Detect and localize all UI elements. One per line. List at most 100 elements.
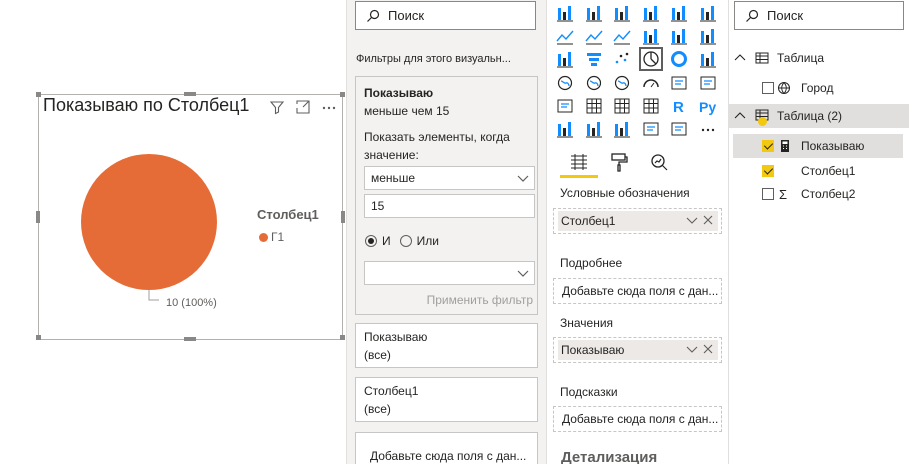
add-filter-fields-well[interactable]: Добавьте сюда поля с дан...: [355, 432, 538, 464]
or-radio[interactable]: [399, 235, 412, 247]
funnel-chart-icon[interactable]: [585, 50, 603, 68]
field-name: Город: [801, 81, 834, 95]
report-canvas[interactable]: Показываю по Столбец1 10 (100%) Столбец1…: [0, 0, 346, 464]
format-paint-roller-icon[interactable]: [609, 152, 629, 172]
details-well[interactable]: Добавьте сюда поля с дан...: [553, 278, 722, 304]
key-influencers-icon[interactable]: [556, 120, 574, 138]
card-icon[interactable]: [670, 74, 688, 92]
search-placeholder: Поиск: [767, 8, 804, 23]
field-row-gorod[interactable]: Город: [729, 76, 909, 100]
line-and-clustered-column-chart-icon[interactable]: [670, 27, 688, 45]
chevron-down-icon[interactable]: [686, 214, 698, 226]
field-checkbox[interactable]: [762, 82, 774, 94]
leader-line: [148, 290, 159, 301]
gauge-icon[interactable]: [642, 74, 660, 92]
condition-value-input[interactable]: 15: [364, 194, 535, 218]
table-node-tablica-2[interactable]: Таблица (2): [729, 104, 909, 128]
ribbon-chart-icon[interactable]: [699, 27, 717, 45]
resize-handle[interactable]: [184, 92, 196, 96]
stacked-column-chart-icon[interactable]: [585, 4, 603, 22]
table-name: Таблица (2): [777, 109, 843, 123]
stacked-area-chart-icon[interactable]: [613, 27, 631, 45]
and-or-selector: И Или: [365, 234, 439, 248]
field-row-stolbec1[interactable]: Столбец1: [729, 159, 909, 183]
r-visual-icon[interactable]: R: [670, 97, 688, 115]
field-row-stolbec2[interactable]: Σ Столбец2: [729, 182, 909, 206]
filters-search-input[interactable]: Поиск: [355, 1, 536, 30]
100-stacked-bar-chart-icon[interactable]: [670, 4, 688, 22]
line-chart-icon[interactable]: [556, 27, 574, 45]
condition-operator-select[interactable]: меньше: [364, 166, 535, 190]
filter-card-title: Столбец1: [364, 384, 419, 398]
legend-field-pill[interactable]: Столбец1: [558, 211, 718, 231]
python-visual-icon[interactable]: Py: [699, 97, 717, 115]
chevron-down-icon: [517, 270, 529, 277]
kpi-icon[interactable]: [556, 97, 574, 115]
more-visuals-icon[interactable]: [699, 120, 717, 138]
filter-card-pokazyvayu[interactable]: Показываю меньше чем 15 Показать элемент…: [355, 76, 538, 315]
values-well[interactable]: Показываю: [553, 337, 722, 363]
map-icon[interactable]: [556, 74, 574, 92]
chevron-down-icon[interactable]: [686, 343, 698, 355]
pie-chart-icon[interactable]: [638, 47, 663, 72]
fields-search-input[interactable]: Поиск: [734, 1, 904, 30]
multi-row-card-icon[interactable]: [699, 74, 717, 92]
fields-tab-icon[interactable]: [569, 152, 589, 172]
area-chart-icon[interactable]: [584, 27, 603, 45]
field-checkbox[interactable]: [762, 188, 774, 200]
resize-handle[interactable]: [340, 92, 345, 97]
resize-handle[interactable]: [36, 211, 40, 223]
legend-well[interactable]: Столбец1: [553, 208, 722, 234]
filter-card-summary: (все): [364, 402, 391, 416]
close-icon[interactable]: [702, 343, 714, 355]
resize-handle[interactable]: [340, 335, 345, 340]
close-icon[interactable]: [702, 214, 714, 226]
clustered-bar-chart-icon[interactable]: [613, 4, 631, 22]
table-node-tablica[interactable]: Таблица: [729, 46, 909, 70]
field-row-pokazyvayu[interactable]: Показываю: [733, 134, 903, 158]
decomposition-tree-icon[interactable]: [585, 120, 603, 138]
values-well-label: Значения: [560, 316, 614, 330]
legend-item[interactable]: Г1: [259, 230, 284, 244]
tooltips-well[interactable]: Добавьте сюда поля с дан...: [553, 406, 722, 432]
filter-card-title: Показываю: [364, 86, 434, 100]
table-icon: [755, 52, 769, 64]
clustered-column-chart-icon[interactable]: [642, 4, 660, 22]
slicer-icon[interactable]: [585, 97, 603, 115]
chevron-down-icon: [517, 175, 529, 182]
chevron-up-icon[interactable]: [734, 52, 746, 64]
field-checkbox[interactable]: [762, 140, 774, 152]
resize-handle[interactable]: [341, 211, 345, 223]
field-pill-label: Столбец1: [561, 214, 616, 228]
resize-handle[interactable]: [36, 335, 41, 340]
second-operator-select[interactable]: [364, 261, 535, 285]
line-and-column-chart-icon[interactable]: [642, 27, 660, 45]
filter-card-stolbec1[interactable]: Столбец1 (все): [355, 377, 538, 422]
values-field-pill[interactable]: Показываю: [558, 340, 718, 360]
filter-card-pokazyvayu-all[interactable]: Показываю (все): [355, 323, 538, 368]
paginated-report-icon[interactable]: [670, 120, 688, 138]
field-checkbox[interactable]: [762, 165, 774, 177]
qa-icon[interactable]: [613, 120, 631, 138]
legend-title: Столбец1: [257, 207, 319, 222]
waterfall-chart-icon[interactable]: [556, 50, 574, 68]
and-radio[interactable]: [365, 235, 377, 247]
analytics-magnifier-icon[interactable]: [649, 152, 669, 172]
resize-handle[interactable]: [36, 92, 41, 97]
table-icon[interactable]: [613, 97, 631, 115]
100-stacked-column-chart-icon[interactable]: [699, 4, 717, 22]
smart-narrative-icon[interactable]: [642, 120, 660, 138]
treemap-icon[interactable]: [699, 50, 717, 68]
chevron-up-icon[interactable]: [734, 110, 746, 122]
apply-filter-button[interactable]: Применить фильтр: [427, 293, 533, 307]
pie-chart-visual[interactable]: Показываю по Столбец1 10 (100%) Столбец1…: [38, 94, 343, 340]
matrix-icon[interactable]: [642, 97, 660, 115]
filled-map-icon[interactable]: [585, 74, 603, 92]
resize-handle[interactable]: [184, 337, 196, 341]
in-use-badge: [758, 116, 767, 126]
stacked-bar-chart-icon[interactable]: [556, 4, 574, 22]
scatter-chart-icon[interactable]: [613, 50, 631, 68]
pie-slice[interactable]: [81, 154, 217, 290]
shape-map-icon[interactable]: [613, 74, 631, 92]
donut-chart-icon[interactable]: [670, 50, 688, 68]
